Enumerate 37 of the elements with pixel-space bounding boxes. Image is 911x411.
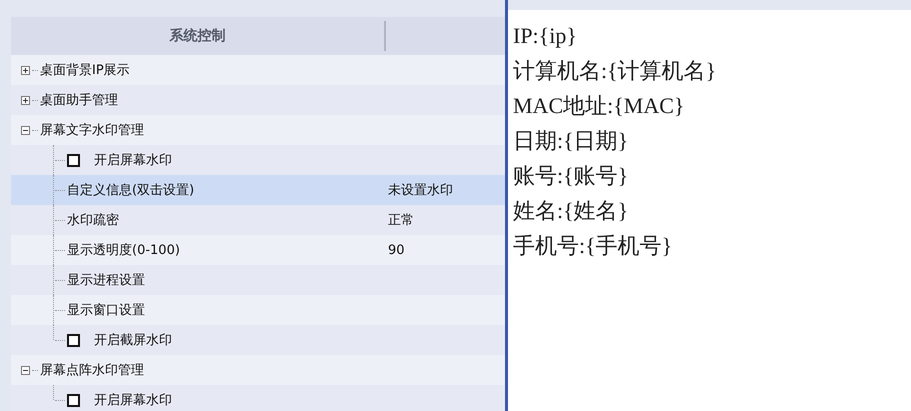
text-line: IP:{ip} — [513, 22, 577, 50]
tree-item-label: 屏幕点阵水印管理 — [40, 362, 144, 379]
text-line: 日期:{日期} — [513, 127, 628, 155]
text-line: MAC地址:{MAC} — [513, 92, 684, 120]
setting-value: 未设置水印 — [388, 182, 453, 199]
tree-item-label: 水印疏密 — [67, 212, 119, 229]
setting-value: 正常 — [388, 212, 414, 229]
checkbox[interactable] — [67, 154, 80, 166]
checkbox[interactable] — [67, 334, 80, 346]
tree-item-label: 显示进程设置 — [67, 272, 145, 289]
tree-item-label: 显示窗口设置 — [67, 302, 145, 319]
setting-value: 90 — [388, 242, 405, 258]
tree-item-label: 自定义信息(双击设置) — [67, 182, 194, 199]
tree-row[interactable]: 显示窗口设置 — [11, 295, 505, 325]
tree-row[interactable]: 桌面背景IP展示 — [11, 55, 505, 85]
text-line: 姓名:{姓名} — [513, 197, 628, 225]
checkbox[interactable] — [67, 394, 80, 406]
tree-item-label: 开启屏幕水印 — [94, 152, 172, 169]
text-line: 计算机名:{计算机名} — [513, 57, 716, 85]
tree-row[interactable]: 显示透明度(0-100) 90 — [11, 235, 505, 265]
text-line: 手机号:{手机号} — [513, 232, 672, 260]
text-line: 账号:{账号} — [513, 162, 628, 190]
text-editor[interactable]: IP:{ip} 计算机名:{计算机名} MAC地址:{MAC} 日期:{日期} 账号:{账号} 姓名:{姓名} 手机号:{手机号} — [508, 10, 911, 411]
tree-row[interactable]: 屏幕文字水印管理 — [11, 115, 505, 145]
collapse-icon[interactable] — [21, 366, 30, 374]
tree-item-label: 开启截屏水印 — [94, 332, 172, 349]
tree-item-label: 屏幕文字水印管理 — [40, 122, 144, 139]
tree-row[interactable]: 自定义信息(双击设置) 未设置水印 — [11, 175, 505, 205]
tree-item-label: 桌面背景IP展示 — [40, 62, 130, 79]
expand-icon[interactable] — [21, 96, 30, 104]
tree-row[interactable]: 屏幕点阵水印管理 — [11, 355, 505, 385]
expand-icon[interactable] — [21, 66, 30, 74]
tree-item-label: 桌面助手管理 — [40, 92, 118, 109]
tree-item-label: 开启屏幕水印 — [94, 392, 172, 409]
column-header: 系统控制 — [11, 21, 386, 51]
collapse-icon[interactable] — [21, 126, 30, 134]
tree-item-label: 显示透明度(0-100) — [67, 242, 180, 259]
